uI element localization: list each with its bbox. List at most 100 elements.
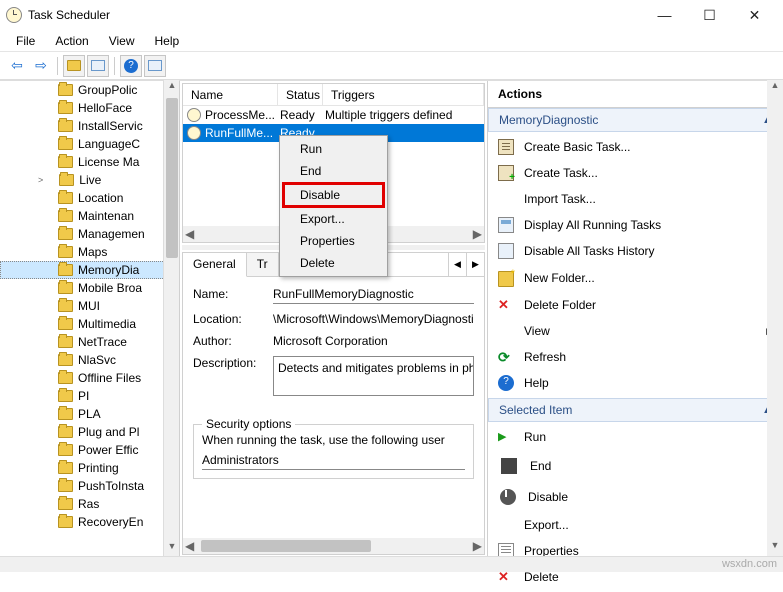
action-item[interactable]: Import Task... <box>488 186 783 212</box>
tree-item[interactable]: Mobile Broa <box>0 279 179 297</box>
tree-item[interactable]: Maps <box>0 243 179 261</box>
action-label: Run <box>524 430 546 444</box>
actions-group1-title[interactable]: MemoryDiagnostic ▲ <box>488 108 783 132</box>
label-description: Description: <box>193 356 273 396</box>
tree-item[interactable]: Offline Files <box>0 369 179 387</box>
folder-icon <box>58 228 73 240</box>
tree-item-label: PLA <box>78 407 101 421</box>
nav-back-button[interactable]: ⇦ <box>6 55 28 77</box>
tree-item-label: NlaSvc <box>78 353 116 367</box>
toolbar-pane2-button[interactable] <box>144 55 166 77</box>
menu-view[interactable]: View <box>99 31 145 51</box>
context-menu-item[interactable]: Properties <box>282 230 385 252</box>
action-item[interactable]: Disable All Tasks History <box>488 238 783 264</box>
tree-item[interactable]: PLA <box>0 405 179 423</box>
action-item[interactable]: End <box>488 450 783 482</box>
toolbar-help-button[interactable]: ? <box>120 55 142 77</box>
action-item[interactable]: Create Basic Task... <box>488 134 783 160</box>
tab-triggers[interactable]: Tr <box>247 253 279 276</box>
toolbar: ⇦ ⇨ ? <box>0 52 783 80</box>
tree-item[interactable]: Ras <box>0 495 179 513</box>
titlebar: Task Scheduler — ☐ ✕ <box>0 0 783 30</box>
cell-triggers: Multiple triggers defined <box>325 108 484 122</box>
ic-delfolder-icon <box>498 297 514 313</box>
tree-item-label: Managemen <box>78 227 145 241</box>
context-menu-item[interactable]: Disable <box>282 182 385 208</box>
action-item[interactable]: Refresh <box>488 344 783 370</box>
action-item[interactable]: ?Help <box>488 370 783 396</box>
task-clock-icon <box>187 126 201 140</box>
menu-action[interactable]: Action <box>45 31 98 51</box>
action-item[interactable]: Run <box>488 424 783 450</box>
tree-item[interactable]: Power Effic <box>0 441 179 459</box>
tree-item[interactable]: Plug and Pl <box>0 423 179 441</box>
tree-item[interactable]: License Ma <box>0 153 179 171</box>
value-description[interactable]: Detects and mitigates problems in physic… <box>273 356 474 396</box>
tree-item[interactable]: Multimedia <box>0 315 179 333</box>
folder-icon <box>58 192 73 204</box>
tree-item[interactable]: Location <box>0 189 179 207</box>
tree-item[interactable]: InstallServic <box>0 117 179 135</box>
action-item[interactable]: Display All Running Tasks <box>488 212 783 238</box>
task-row[interactable]: ProcessMe...ReadyMultiple triggers defin… <box>183 106 484 124</box>
tree-item-label: RecoveryEn <box>78 515 143 529</box>
tree-item[interactable]: PI <box>0 387 179 405</box>
action-item[interactable]: New Folder... <box>488 264 783 292</box>
maximize-button[interactable]: ☐ <box>687 1 732 29</box>
action-item[interactable]: Delete Folder <box>488 292 783 318</box>
tree-item[interactable]: Printing <box>0 459 179 477</box>
col-name[interactable]: Name <box>183 84 278 105</box>
tab-scroll[interactable]: ◀▶ <box>448 253 484 276</box>
nav-forward-button[interactable]: ⇨ <box>30 55 52 77</box>
context-menu-item[interactable]: End <box>282 160 385 182</box>
toolbar-pane-button[interactable] <box>87 55 109 77</box>
ic-disable-icon <box>500 489 516 505</box>
action-label: Create Task... <box>524 166 598 180</box>
actions-group2-title[interactable]: Selected Item ▲ <box>488 398 783 422</box>
close-button[interactable]: ✕ <box>732 1 777 29</box>
tab-general[interactable]: General <box>183 253 247 277</box>
action-item[interactable]: Export... <box>488 512 783 538</box>
tree-item[interactable]: >Live <box>0 171 179 189</box>
tree-item[interactable]: GroupPolic <box>0 81 179 99</box>
context-menu-item[interactable]: Run <box>282 138 385 160</box>
action-item[interactable]: Disable <box>488 482 783 512</box>
ic-end-icon <box>501 458 517 474</box>
tree-item[interactable]: MUI <box>0 297 179 315</box>
toolbar-folder-button[interactable] <box>63 55 85 77</box>
action-item[interactable]: View▶ <box>488 318 783 344</box>
security-line1: When running the task, use the following… <box>202 433 465 447</box>
menu-file[interactable]: File <box>6 31 45 51</box>
context-menu-item[interactable]: Delete <box>282 252 385 274</box>
action-label: Disable <box>528 490 568 504</box>
folder-icon <box>58 84 73 96</box>
tree-scrollbar[interactable]: ▲▼ <box>163 80 179 557</box>
tree-item[interactable]: PushToInsta <box>0 477 179 495</box>
context-menu-item[interactable]: Export... <box>282 208 385 230</box>
actions-scrollbar[interactable]: ▲▼ <box>767 80 783 556</box>
ic-run-icon <box>498 429 514 445</box>
expand-icon[interactable]: > <box>38 175 43 185</box>
tree-item-label: Plug and Pl <box>78 425 139 439</box>
tree-item[interactable]: HelloFace <box>0 99 179 117</box>
tree-item[interactable]: RecoveryEn <box>0 513 179 531</box>
action-label: End <box>530 459 551 473</box>
col-triggers[interactable]: Triggers <box>323 84 484 105</box>
tree-item[interactable]: Managemen <box>0 225 179 243</box>
tree-item[interactable]: Maintenan <box>0 207 179 225</box>
folder-icon <box>59 174 74 186</box>
tree-item[interactable]: MemoryDia <box>0 261 179 279</box>
menu-help[interactable]: Help <box>145 31 190 51</box>
tree-item[interactable]: NetTrace <box>0 333 179 351</box>
tree-item-label: Mobile Broa <box>78 281 142 295</box>
minimize-button[interactable]: — <box>642 1 687 29</box>
tree-item[interactable]: LanguageC <box>0 135 179 153</box>
label-name: Name: <box>193 287 273 304</box>
action-item[interactable]: Create Task... <box>488 160 783 186</box>
tree-item-label: Maintenan <box>78 209 134 223</box>
folder-icon <box>58 516 73 528</box>
details-hscroll[interactable]: ◀▶ <box>183 538 484 554</box>
actions-pane: Actions MemoryDiagnostic ▲ Create Basic … <box>488 81 783 557</box>
col-status[interactable]: Status <box>278 84 323 105</box>
tree-item[interactable]: NlaSvc <box>0 351 179 369</box>
